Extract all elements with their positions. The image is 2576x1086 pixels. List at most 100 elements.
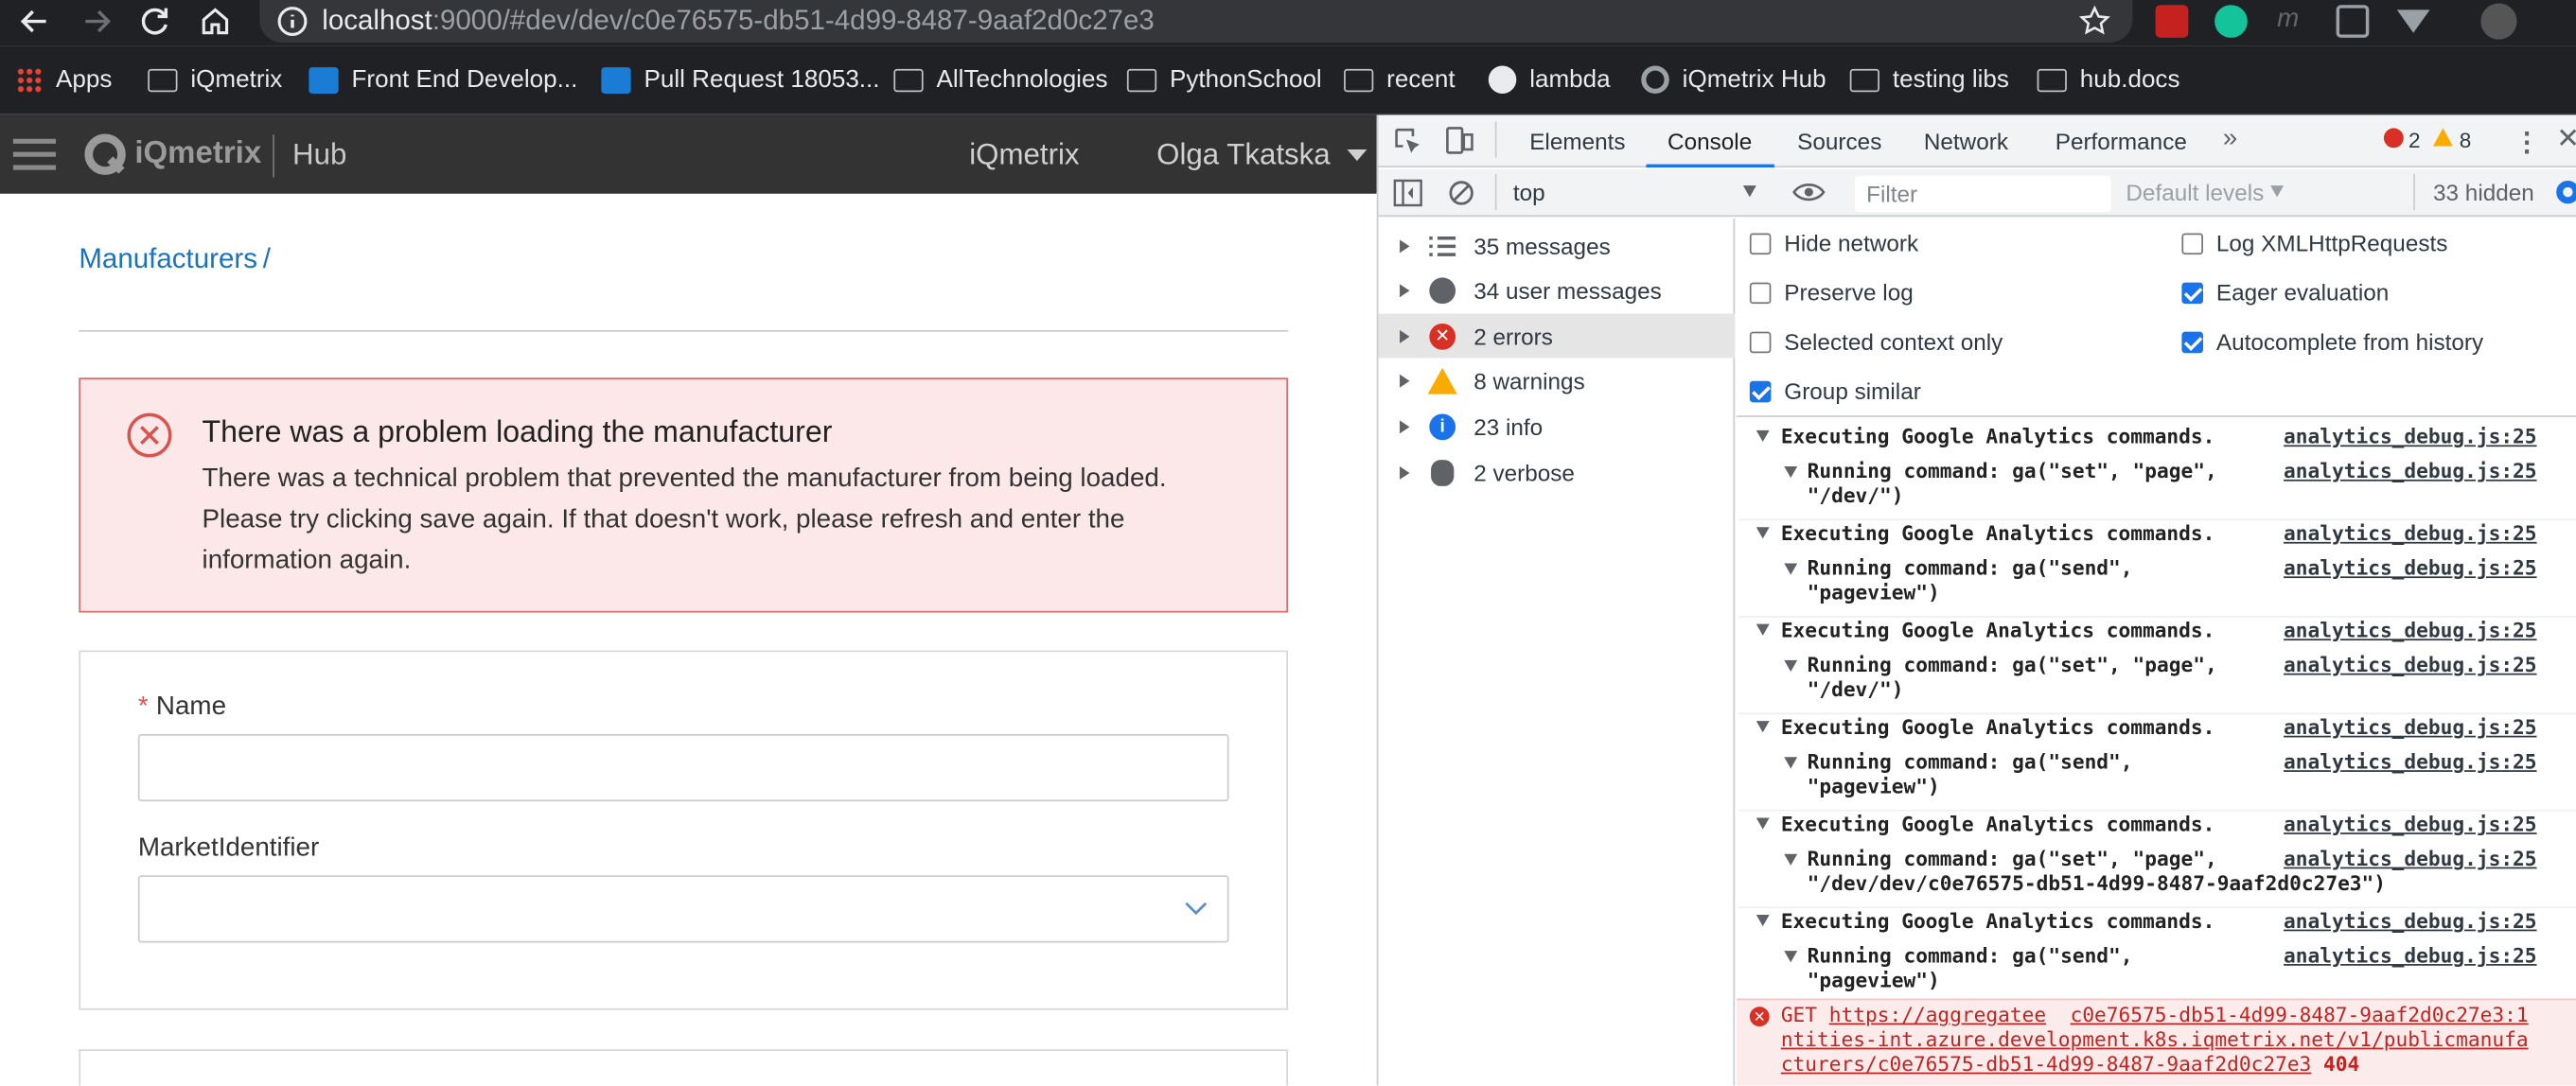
group-similar-checkbox[interactable] <box>1749 380 1772 403</box>
collapse-triangle-icon[interactable] <box>1756 817 1770 830</box>
close-devtools-icon[interactable]: ✕ <box>2556 123 2576 156</box>
collapse-triangle-icon[interactable] <box>1756 623 1770 636</box>
bookmark-alltechnologies[interactable]: AllTechnologies <box>893 65 1107 94</box>
collapse-triangle-icon[interactable] <box>1784 951 1798 963</box>
collapse-triangle-icon[interactable] <box>1756 914 1770 927</box>
azure-devops-icon <box>309 66 339 94</box>
log-source-link[interactable]: analytics_debug.js:25 <box>2284 619 2537 641</box>
more-tabs-icon[interactable]: » <box>2223 125 2237 154</box>
inspect-element-icon[interactable] <box>1393 127 1422 156</box>
bookmark-iqmetrix-hub[interactable]: iQmetrix Hub <box>1641 65 1826 94</box>
collapse-triangle-icon[interactable] <box>1756 721 1770 733</box>
preserve-log-checkbox[interactable] <box>1749 282 1772 305</box>
collapse-triangle-icon[interactable] <box>1784 563 1798 575</box>
show-sidebar-icon[interactable] <box>1393 179 1422 207</box>
context-selector[interactable]: top <box>1513 179 1545 205</box>
extension-1-icon[interactable] <box>2155 5 2189 38</box>
breadcrumb-manufacturers[interactable]: Manufacturers <box>79 243 257 276</box>
hamburger-menu-icon[interactable] <box>9 133 59 176</box>
company-switcher[interactable]: iQmetrix <box>969 138 1079 172</box>
bookmark-testing-libs[interactable]: testing libs <box>1849 65 2009 94</box>
collapse-triangle-icon[interactable] <box>1784 466 1798 479</box>
live-expression-eye-icon[interactable] <box>1792 181 1826 203</box>
collapse-triangle-icon[interactable] <box>1784 757 1798 769</box>
sidebar-item-verbose[interactable]: 2 verbose <box>1379 450 1736 495</box>
log-source-link[interactable]: analytics_debug.js:25 <box>2284 557 2537 580</box>
console-log-group[interactable]: Executing Google Analytics commands. ana… <box>1738 714 2576 812</box>
log-source-link[interactable]: analytics_debug.js:25 <box>2284 910 2537 933</box>
bug-icon <box>1431 459 1455 485</box>
tab-console[interactable]: Console <box>1667 128 1752 154</box>
bookmark-lambda[interactable]: lambda <box>1488 65 1611 94</box>
console-log-group[interactable]: Executing Google Analytics commands. ana… <box>1738 618 2576 715</box>
tab-performance[interactable]: Performance <box>2056 128 2187 154</box>
error-url[interactable]: https://aggregatee <box>1829 1004 2046 1026</box>
autocomplete-history-checkbox[interactable] <box>2181 331 2203 354</box>
required-indicator: * <box>137 692 149 722</box>
log-source-link[interactable]: analytics_debug.js:25 <box>2284 426 2537 448</box>
bookmark-pythonschool[interactable]: PythonSchool <box>1126 65 1322 94</box>
bookmark-hub-docs[interactable]: hub.docs <box>2037 65 2179 94</box>
error-message-line-3: information again. <box>202 547 412 575</box>
collapse-triangle-icon[interactable] <box>1784 659 1798 673</box>
console-log-group[interactable]: Executing Google Analytics commands. ana… <box>1738 424 2576 521</box>
error-count[interactable]: 2 <box>2408 128 2421 152</box>
log-levels-dropdown[interactable]: Default levels <box>2126 179 2264 205</box>
device-toolbar-icon[interactable] <box>1442 125 1475 158</box>
console-log-group[interactable]: Executing Google Analytics commands. ana… <box>1738 908 2576 1006</box>
collapse-triangle-icon[interactable] <box>1784 853 1798 866</box>
collapse-triangle-icon[interactable] <box>1756 527 1770 539</box>
hide-network-checkbox[interactable] <box>1749 233 1772 255</box>
home-icon[interactable] <box>197 3 233 39</box>
console-log-group[interactable]: Executing Google Analytics commands. ana… <box>1738 812 2576 909</box>
back-icon[interactable] <box>16 5 52 38</box>
sidebar-item-errors[interactable]: ✕ 2 errors <box>1378 313 1736 359</box>
extension-m-icon[interactable]: m <box>2277 5 2299 34</box>
console-settings-gear-icon[interactable] <box>2556 180 2576 204</box>
sidebar-item-user-messages[interactable]: 34 user messages <box>1379 268 1736 312</box>
bookmark-apps[interactable]: Apps <box>16 65 112 94</box>
log-source-link[interactable]: analytics_debug.js:25 <box>2284 944 2537 967</box>
collapse-triangle-icon[interactable] <box>1756 429 1770 442</box>
log-source-link[interactable]: analytics_debug.js:25 <box>2284 460 2537 482</box>
clear-console-icon[interactable] <box>1447 179 1475 207</box>
market-identifier-select[interactable] <box>137 875 1229 943</box>
bookmark-pull-request[interactable]: Pull Request 18053... <box>601 65 880 94</box>
log-source-link[interactable]: analytics_debug.js:25 <box>2284 813 2537 835</box>
selected-context-checkbox[interactable] <box>1749 331 1772 354</box>
log-source-link[interactable]: analytics_debug.js:25 <box>2284 848 2537 870</box>
vue-devtools-icon[interactable] <box>2395 9 2431 35</box>
profile-avatar[interactable] <box>2480 3 2517 40</box>
log-source-link[interactable]: analytics_debug.js:25 <box>2284 654 2537 676</box>
bookmark-recent[interactable]: recent <box>1344 65 1456 94</box>
forward-icon[interactable] <box>79 5 115 38</box>
reload-icon[interactable] <box>138 5 174 38</box>
tab-network[interactable]: Network <box>1924 128 2008 154</box>
log-source-link[interactable]: analytics_debug.js:25 <box>2284 716 2537 739</box>
extension-c-icon[interactable] <box>2336 5 2370 38</box>
bookmark-front-end[interactable]: Front End Develop... <box>309 65 577 94</box>
eager-evaluation-checkbox[interactable] <box>2181 282 2203 305</box>
log-xhr-checkbox[interactable] <box>2181 233 2203 255</box>
url-text[interactable]: localhost:9000/#dev/dev/c0e76575-db51-4d… <box>322 5 1155 38</box>
bookmark-star-icon[interactable] <box>2078 5 2111 38</box>
grammarly-icon[interactable] <box>2214 5 2248 38</box>
error-source-link[interactable]: c0e76575-db51-4d99-8487-9aaf2d0c27e3:1 <box>2071 1004 2529 1026</box>
error-url-line-2[interactable]: ntities-int.azure.development.k8s.iqmetr… <box>1781 1028 2529 1051</box>
error-url-continued[interactable]: cturers/c0e76575-db51-4d99-8487-9aaf2d0c… <box>1781 1053 2311 1076</box>
user-menu[interactable]: Olga Tkatska <box>1156 138 1367 172</box>
sidebar-item-messages[interactable]: 35 messages <box>1379 223 1736 268</box>
sidebar-item-info[interactable]: i 23 info <box>1379 404 1736 448</box>
tab-sources[interactable]: Sources <box>1797 128 1881 154</box>
log-source-link[interactable]: analytics_debug.js:25 <box>2284 522 2537 545</box>
bookmark-iqmetrix[interactable]: iQmetrix <box>148 65 282 94</box>
console-log-group[interactable]: Executing Google Analytics commands. ana… <box>1738 520 2576 618</box>
sidebar-item-warnings[interactable]: 8 warnings <box>1379 358 1736 402</box>
header-divider <box>273 134 274 178</box>
log-source-link[interactable]: analytics_debug.js:25 <box>2284 750 2537 773</box>
tab-elements[interactable]: Elements <box>1529 128 1625 154</box>
warning-count[interactable]: 8 <box>2460 128 2472 152</box>
info-icon[interactable] <box>276 5 309 38</box>
kebab-menu-icon[interactable]: ⋮ <box>2514 127 2540 160</box>
name-input[interactable] <box>137 733 1229 802</box>
